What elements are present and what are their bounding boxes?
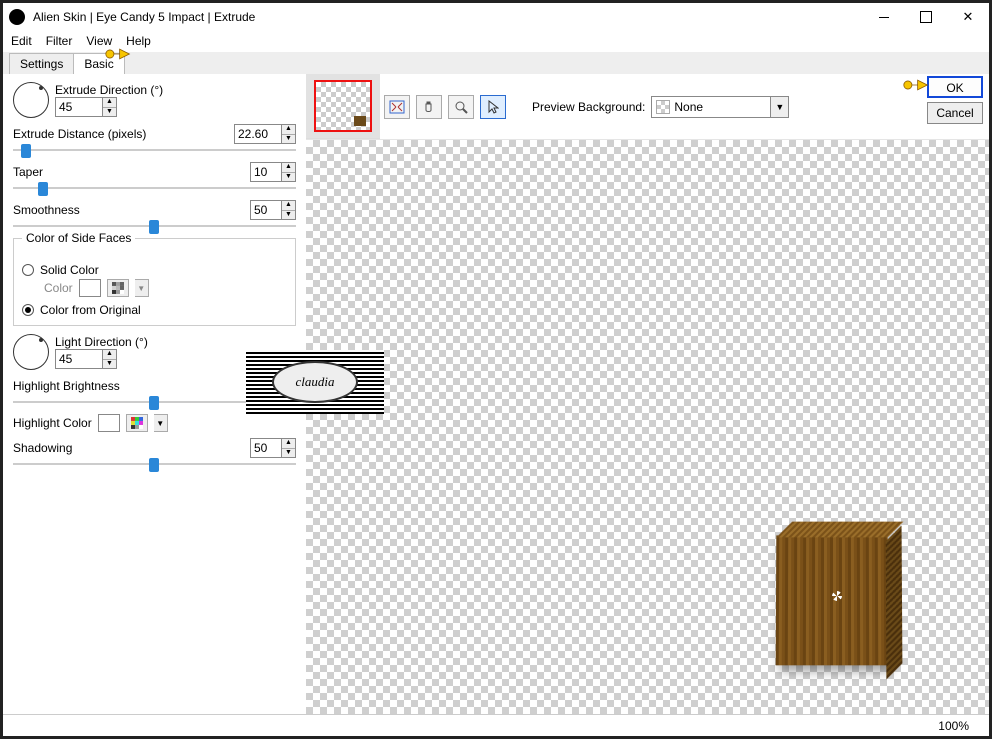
- extrude-distance-label: Extrude Distance (pixels): [13, 127, 146, 141]
- close-button[interactable]: [947, 4, 989, 30]
- pointer-hand-icon: [903, 76, 929, 94]
- smoothness-spinner[interactable]: ▲▼: [250, 200, 296, 220]
- smoothness-input[interactable]: [250, 200, 282, 220]
- shadowing-slider[interactable]: [13, 458, 296, 470]
- side-faces-title: Color of Side Faces: [22, 231, 135, 245]
- menu-edit[interactable]: Edit: [11, 34, 32, 48]
- highlight-color-palette-button[interactable]: [126, 414, 148, 432]
- highlight-brightness-label: Highlight Brightness: [13, 379, 120, 393]
- solid-color-radio[interactable]: Solid Color: [22, 263, 287, 277]
- highlight-color-swatch[interactable]: [98, 414, 120, 432]
- side-color-dropdown[interactable]: ▼: [135, 279, 149, 297]
- extrude-direction-label: Extrude Direction (°): [55, 83, 163, 97]
- tabstrip: Settings Basic: [3, 52, 989, 74]
- hand-tool-button[interactable]: [416, 95, 442, 119]
- light-direction-spinner[interactable]: ▲▼: [55, 349, 148, 369]
- statusbar: 100%: [3, 714, 989, 736]
- menubar: Edit Filter View Help: [3, 31, 989, 52]
- zoom-level: 100%: [938, 719, 969, 733]
- pointer-hand-icon: [105, 45, 131, 63]
- smoothness-label: Smoothness: [13, 203, 80, 217]
- shadowing-input[interactable]: [250, 438, 282, 458]
- taper-slider[interactable]: [13, 182, 296, 194]
- side-color-swatch[interactable]: [79, 279, 101, 297]
- extrude-direction-dial[interactable]: [13, 82, 49, 118]
- ok-button[interactable]: OK: [927, 76, 983, 98]
- extrude-direction-spinner[interactable]: ▲▼: [55, 97, 163, 117]
- extrude-preview-object: [776, 535, 889, 665]
- fit-view-button[interactable]: [384, 95, 410, 119]
- watermark: claudia: [246, 350, 384, 414]
- preview-background-value: None: [674, 100, 703, 114]
- extrude-distance-slider[interactable]: [13, 144, 296, 156]
- spin-up-icon[interactable]: ▲: [103, 98, 116, 108]
- light-direction-label: Light Direction (°): [55, 335, 148, 349]
- color-label: Color: [44, 281, 73, 295]
- extrude-direction-input[interactable]: [55, 97, 103, 117]
- shadowing-label: Shadowing: [13, 441, 72, 455]
- minimize-button[interactable]: [863, 4, 905, 30]
- watermark-text: claudia: [272, 361, 358, 403]
- color-from-original-label: Color from Original: [40, 303, 141, 317]
- navigator-panel: [306, 74, 380, 139]
- highlight-color-dropdown[interactable]: ▼: [154, 414, 168, 432]
- menu-filter[interactable]: Filter: [46, 34, 73, 48]
- pointer-tool-button[interactable]: [480, 95, 506, 119]
- taper-label: Taper: [13, 165, 43, 179]
- color-from-original-radio[interactable]: Color from Original: [22, 303, 287, 317]
- zoom-tool-button[interactable]: [448, 95, 474, 119]
- preview-canvas[interactable]: claudia: [306, 139, 989, 735]
- extrude-distance-spinner[interactable]: ▲▼: [234, 124, 296, 144]
- cancel-button[interactable]: Cancel: [927, 102, 983, 124]
- checker-icon: [656, 100, 670, 114]
- chevron-down-icon[interactable]: ▼: [771, 96, 789, 118]
- titlebar: Alien Skin | Eye Candy 5 Impact | Extrud…: [3, 3, 989, 31]
- side-faces-group: Color of Side Faces Solid Color Color ▼ …: [13, 238, 296, 326]
- light-direction-dial[interactable]: [13, 334, 49, 370]
- taper-spinner[interactable]: ▲▼: [250, 162, 296, 182]
- app-icon: [9, 9, 25, 25]
- highlight-color-label: Highlight Color: [13, 416, 92, 430]
- preview-area: Preview Background: None ▼ OK Cancel cla…: [306, 74, 989, 735]
- extrude-distance-input[interactable]: [234, 124, 282, 144]
- window-title: Alien Skin | Eye Candy 5 Impact | Extrud…: [31, 10, 863, 24]
- spin-down-icon[interactable]: ▼: [103, 108, 116, 117]
- highlight-star-icon: [832, 591, 842, 601]
- light-direction-input[interactable]: [55, 349, 103, 369]
- solid-color-label: Solid Color: [40, 263, 99, 277]
- preview-background-label: Preview Background:: [532, 100, 645, 114]
- shadowing-spinner[interactable]: ▲▼: [250, 438, 296, 458]
- preview-background-combo[interactable]: None ▼: [651, 96, 789, 118]
- side-color-palette-button[interactable]: [107, 279, 129, 297]
- navigator-thumbnail[interactable]: [314, 80, 372, 132]
- taper-input[interactable]: [250, 162, 282, 182]
- maximize-button[interactable]: [905, 4, 947, 30]
- tab-settings[interactable]: Settings: [9, 53, 74, 74]
